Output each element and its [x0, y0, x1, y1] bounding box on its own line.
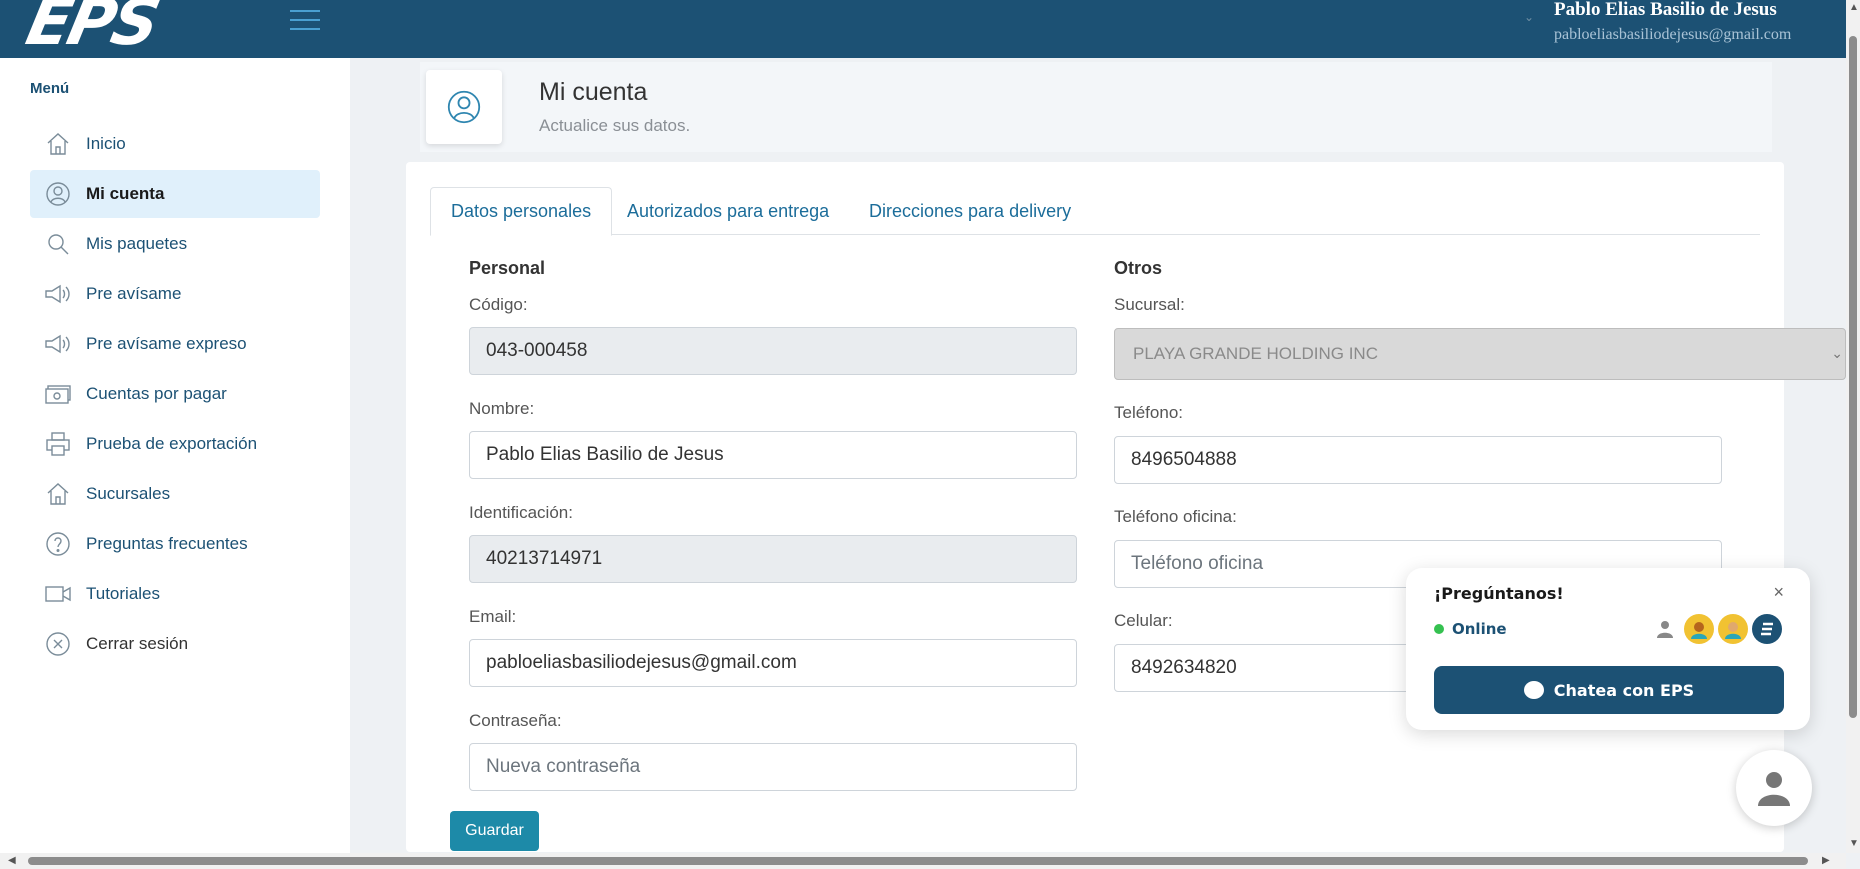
megaphone-icon [44, 280, 72, 308]
user-email: pabloeliasbasiliodejesus@gmail.com [1554, 26, 1792, 43]
sidebar-item-label: Pre avísame [86, 284, 182, 303]
chevron-down-icon[interactable]: ⌄ [1524, 10, 1534, 24]
sidebar-item-label: Sucursales [86, 484, 171, 503]
sidebar-item-label: Cuentas por pagar [86, 384, 227, 403]
sidebar-item-label: Preguntas frecuentes [86, 534, 248, 553]
horizontal-scrollbar[interactable]: ◀ ▶ [0, 853, 1846, 869]
scroll-right-arrow-icon[interactable]: ▶ [1822, 855, 1830, 866]
vertical-scrollbar[interactable]: ▲ ▼ [1846, 0, 1860, 853]
hamburger-menu-icon[interactable] [290, 10, 320, 30]
user-circle-icon [44, 180, 72, 208]
online-dot-icon [1434, 624, 1444, 634]
sidebar-item-label: Mis paquetes [86, 234, 188, 253]
sidebar-item-cuentas-por-pagar[interactable]: Cuentas por pagar [30, 370, 320, 418]
search-icon [44, 230, 72, 258]
top-navbar: EPS ⌄ Pablo Elias Basilio de Jesus pablo… [0, 0, 1846, 60]
sidebar-item-sucursales[interactable]: Sucursales [30, 470, 320, 518]
sidebar-item-tutoriales[interactable]: Tutoriales [30, 570, 320, 618]
nombre-field[interactable] [469, 431, 1077, 479]
page-title: Mi cuenta [539, 78, 648, 106]
sidebar-title: Menú [30, 80, 70, 97]
password-field[interactable] [469, 743, 1077, 791]
tab-datos-personales[interactable]: Datos personales [430, 187, 613, 236]
celular-label: Celular: [1114, 611, 1173, 630]
printer-icon [44, 430, 72, 458]
money-icon [44, 380, 72, 408]
scroll-down-arrow-icon[interactable]: ▼ [1849, 838, 1859, 849]
sucursal-value: PLAYA GRANDE HOLDING INC [1133, 344, 1378, 363]
sidebar-item-label: Pre avísame expreso [86, 334, 247, 353]
agent-avatar-icon [1684, 614, 1714, 644]
close-circle-icon [44, 630, 72, 658]
chat-status: Online [1434, 620, 1507, 638]
chat-launcher-button[interactable] [1736, 750, 1812, 826]
person-icon [1758, 772, 1790, 806]
page-subtitle: Actualice sus datos. [539, 116, 691, 135]
sidebar-item-label: Cerrar sesión [86, 634, 189, 653]
page-header [420, 62, 1772, 152]
chat-widget: ¡Pregúntanos! × Online Chatea con EPS [1406, 568, 1810, 730]
sidebar-item-preguntas-frecuentes[interactable]: Preguntas frecuentes [30, 520, 320, 568]
sidebar-item-cerrar-sesion[interactable]: Cerrar sesión [30, 620, 320, 668]
agent-avatar-icon [1718, 614, 1748, 644]
sidebar-item-inicio[interactable]: Inicio [30, 120, 320, 168]
telefono-label: Teléfono: [1114, 403, 1183, 422]
email-field[interactable] [469, 639, 1077, 687]
sucursal-label: Sucursal: [1114, 295, 1185, 314]
telefono-oficina-label: Teléfono oficina: [1114, 507, 1237, 526]
tab-bar: Datos personales Autorizados para entreg… [430, 187, 1760, 236]
tab-autorizados[interactable]: Autorizados para entrega [607, 187, 849, 235]
chat-start-button[interactable]: Chatea con EPS [1434, 666, 1784, 714]
sidebar-item-pre-avisame[interactable]: Pre avísame [30, 270, 320, 318]
nombre-label: Nombre: [469, 399, 535, 418]
chat-button-label: Chatea con EPS [1553, 680, 1695, 700]
sidebar-item-mi-cuenta[interactable]: Mi cuenta [30, 170, 320, 218]
save-button[interactable]: Guardar [450, 811, 539, 851]
chat-status-label: Online [1452, 620, 1507, 638]
scroll-left-arrow-icon[interactable]: ◀ [8, 855, 16, 866]
horizontal-scroll-thumb[interactable] [28, 857, 1808, 865]
sidebar-item-prueba-exportacion[interactable]: Prueba de exportación [30, 420, 320, 468]
video-icon [44, 580, 72, 608]
chat-bubble-icon [1523, 681, 1544, 699]
codigo-field[interactable] [469, 327, 1077, 375]
megaphone-icon [44, 330, 72, 358]
eps-logo-icon [1752, 614, 1782, 644]
vertical-scroll-thumb[interactable] [1849, 36, 1857, 718]
chat-title: ¡Pregúntanos! [1434, 584, 1564, 603]
sidebar-item-pre-avisame-expreso[interactable]: Pre avísame expreso [30, 320, 320, 368]
identificacion-label: Identificación: [469, 503, 573, 522]
user-name[interactable]: Pablo Elias Basilio de Jesus [1554, 0, 1777, 21]
agent-avatars [1650, 614, 1782, 644]
sidebar-item-label: Prueba de exportación [86, 434, 258, 453]
telefono-field[interactable] [1114, 436, 1722, 484]
question-icon [44, 530, 72, 558]
home-icon [44, 480, 72, 508]
section-title-personal: Personal [469, 258, 546, 278]
sidebar-item-label: Inicio [86, 134, 126, 153]
person-icon [1650, 614, 1680, 644]
eps-logo[interactable]: EPS [20, 0, 163, 60]
sucursal-select[interactable]: PLAYA GRANDE HOLDING INC ⌄ [1114, 328, 1846, 380]
sidebar-item-label: Mi cuenta [86, 184, 165, 203]
chevron-down-icon: ⌄ [1831, 345, 1843, 361]
section-title-otros: Otros [1114, 258, 1163, 278]
scroll-up-arrow-icon[interactable]: ▲ [1849, 2, 1859, 13]
sidebar-item-label: Tutoriales [86, 584, 161, 603]
email-label: Email: [469, 607, 517, 626]
codigo-label: Código: [469, 295, 528, 314]
home-icon [44, 130, 72, 158]
password-label: Contraseña: [469, 711, 562, 730]
user-circle-icon [426, 70, 502, 144]
sidebar-item-mis-paquetes[interactable]: Mis paquetes [30, 220, 320, 268]
tab-direcciones[interactable]: Direcciones para delivery [849, 187, 1091, 235]
identificacion-field[interactable] [469, 535, 1077, 583]
close-icon[interactable]: × [1773, 582, 1784, 603]
